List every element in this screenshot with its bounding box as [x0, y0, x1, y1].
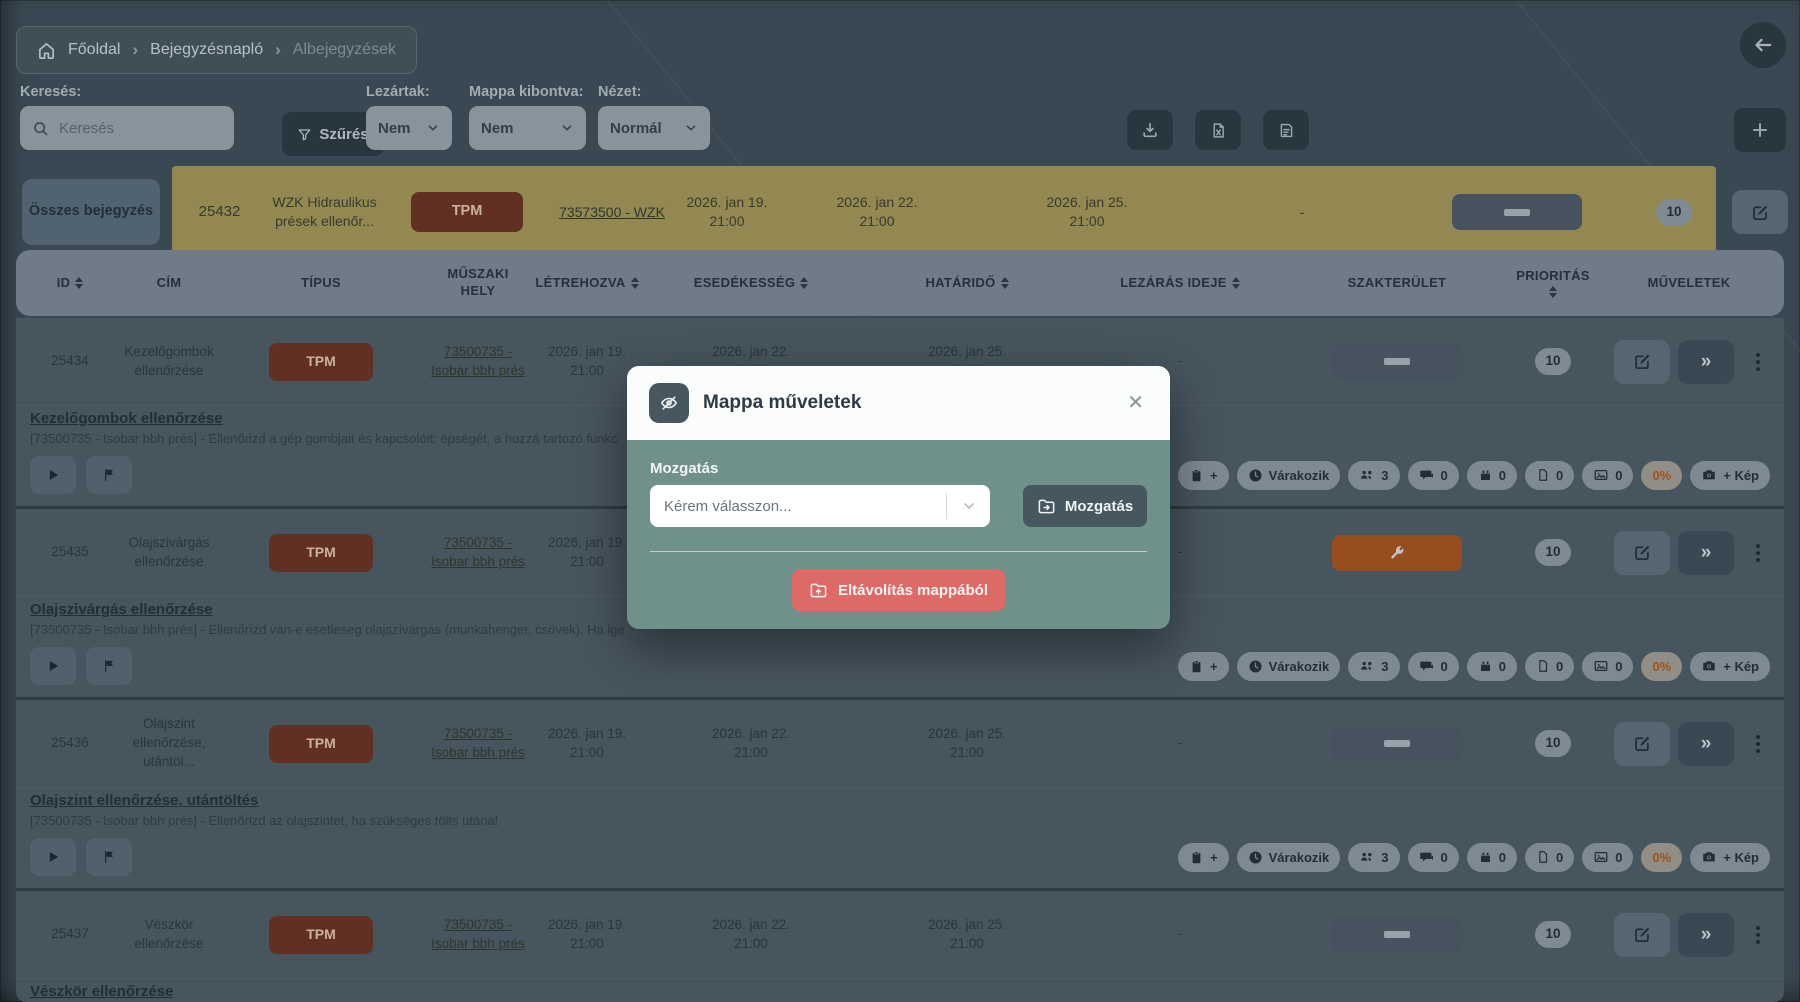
move-button-label: Mozgatás: [1065, 498, 1133, 515]
move-button[interactable]: Mozgatás: [1023, 485, 1147, 527]
modal-body: Mozgatás Kérem válasszon... Mozgatás: [627, 440, 1170, 629]
eye-off-icon: [649, 383, 689, 423]
albejegyzesek-page: Főoldal › Bejegyzésnapló › Albejegyzések…: [0, 0, 1800, 1002]
modal-divider: [650, 551, 1147, 552]
move-field-label: Mozgatás: [650, 460, 1147, 477]
folder-remove-icon: [809, 581, 828, 600]
folder-select-placeholder: Kérem válasszon...: [664, 498, 946, 515]
chevron-down-icon: [946, 493, 990, 519]
folder-select[interactable]: Kérem válasszon...: [650, 485, 990, 527]
remove-button-label: Eltávolítás mappából: [838, 582, 988, 599]
remove-from-folder-button[interactable]: Eltávolítás mappából: [792, 569, 1005, 611]
folder-move-icon: [1037, 497, 1056, 516]
modal-title: Mappa műveletek: [703, 392, 1109, 414]
folder-operations-modal: Mappa műveletek ✕ Mozgatás Kérem válassz…: [627, 366, 1170, 629]
modal-header: Mappa műveletek ✕: [627, 366, 1170, 440]
close-icon[interactable]: ✕: [1123, 389, 1148, 417]
